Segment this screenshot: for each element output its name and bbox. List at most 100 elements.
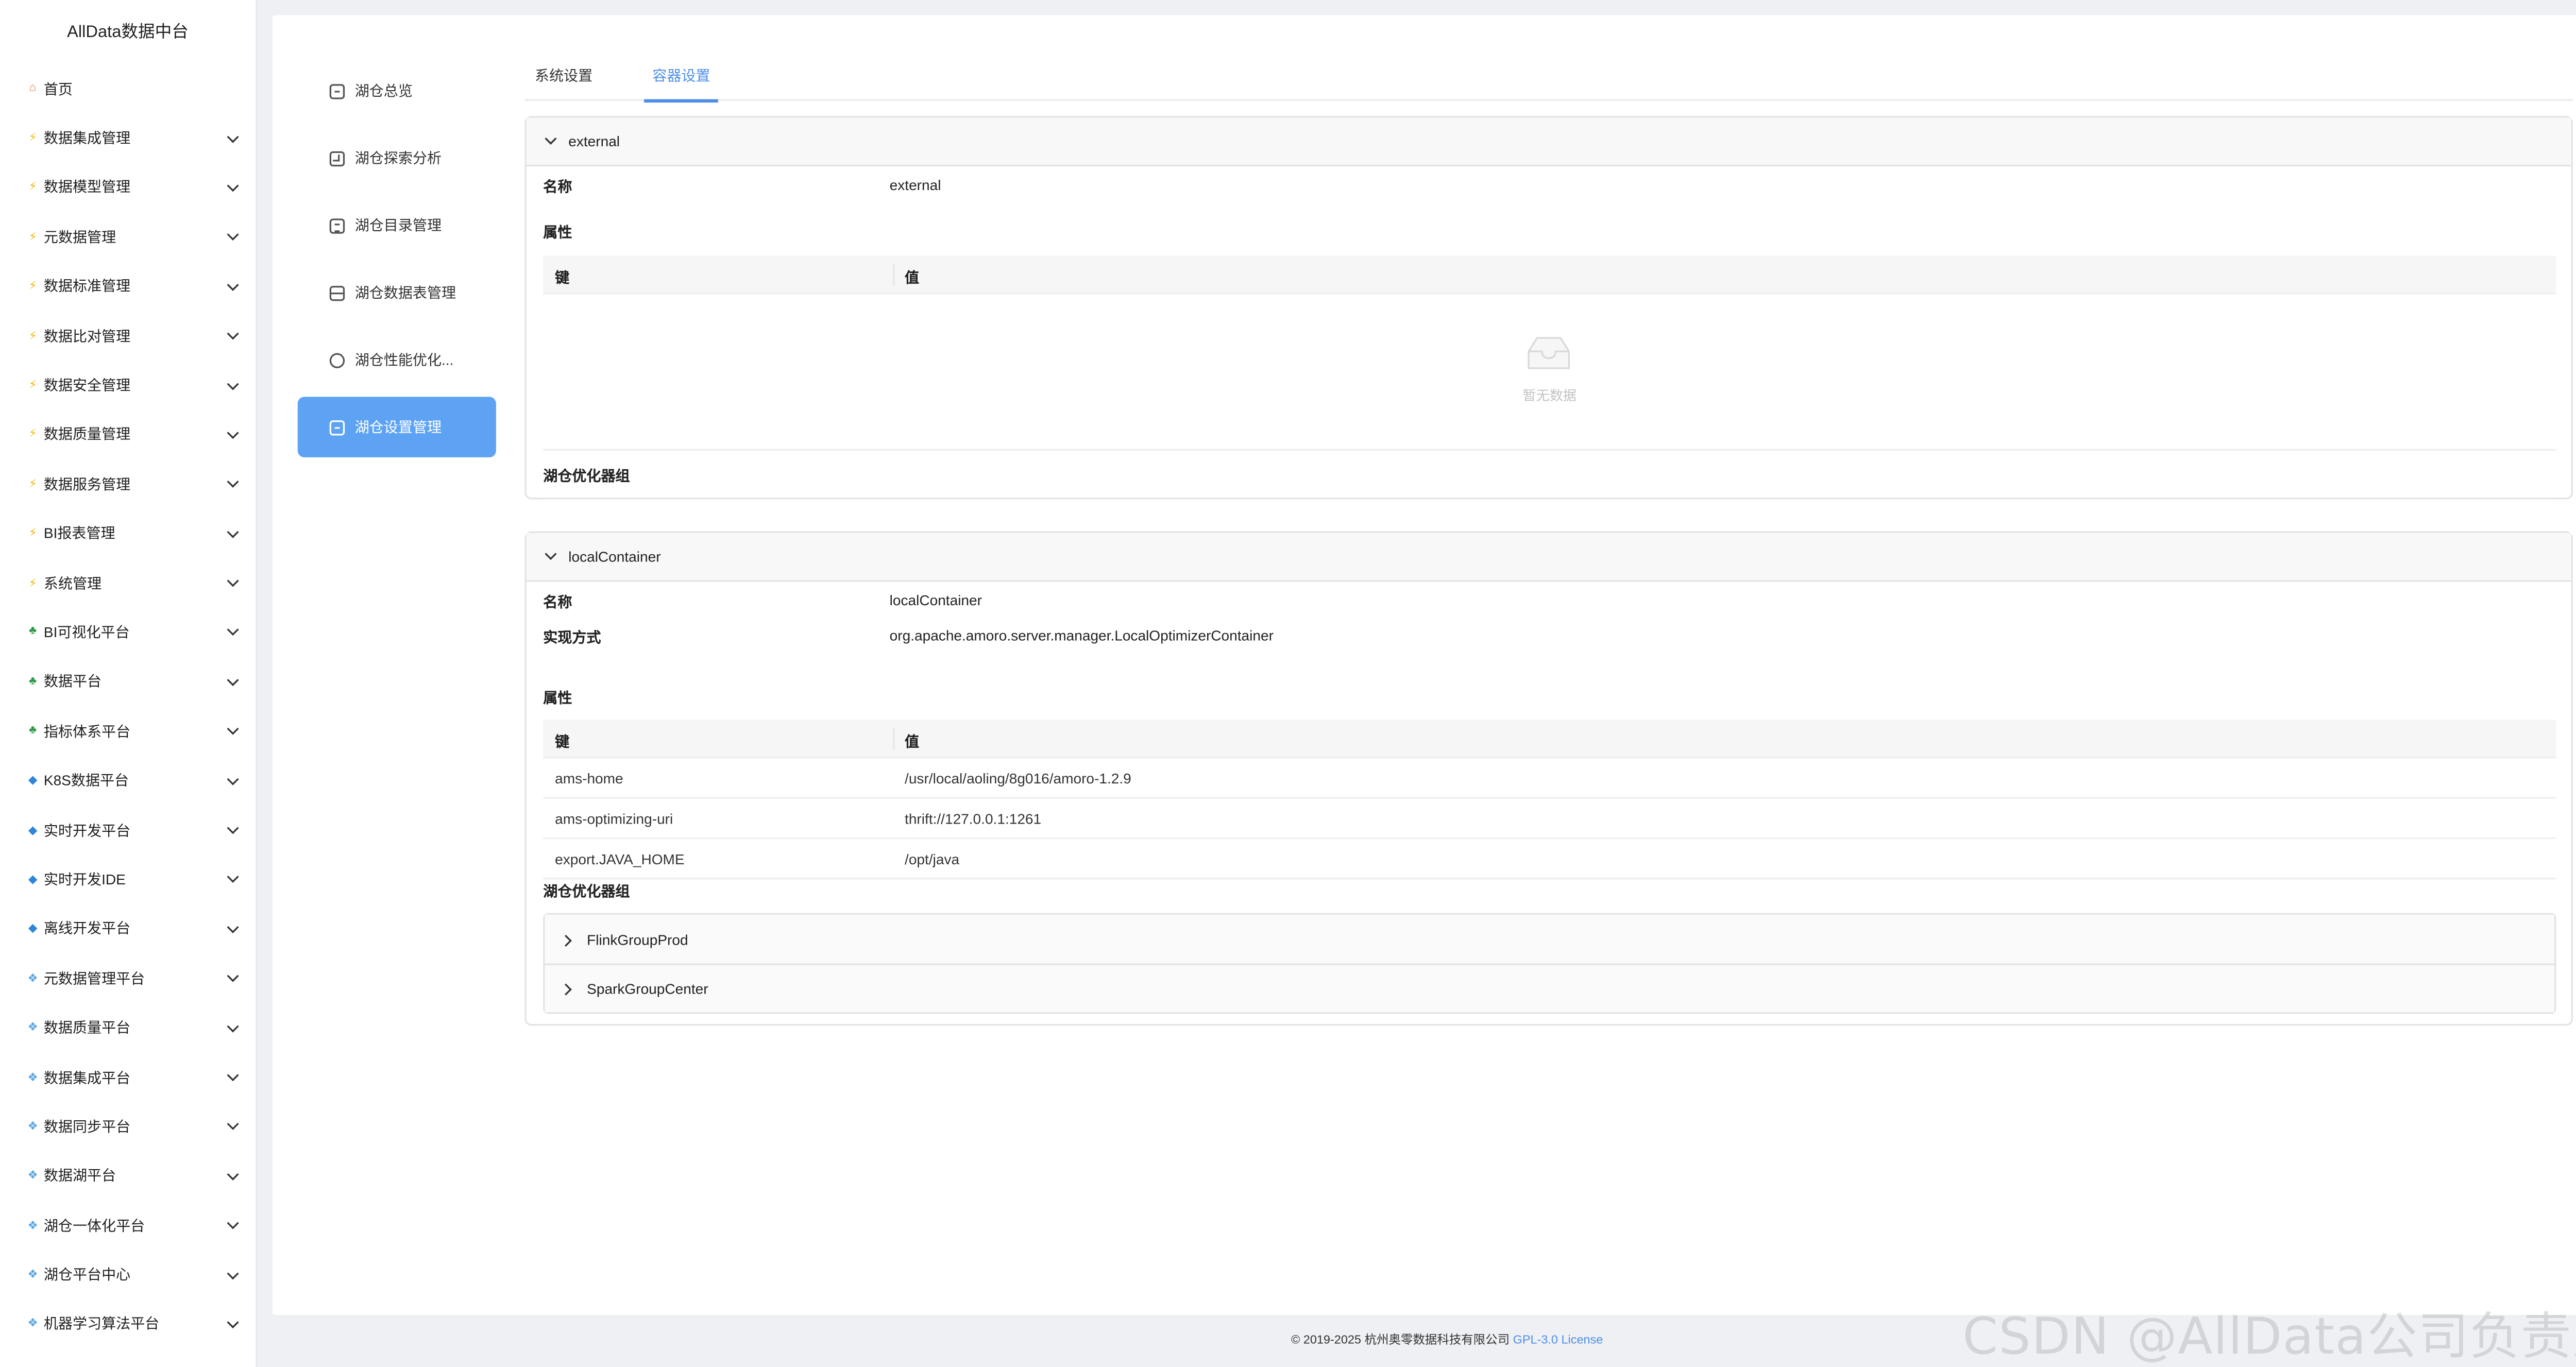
- subnav-item[interactable]: 湖仓目录管理: [298, 195, 496, 256]
- sidebar-item[interactable]: ❖ 湖仓平台中心: [0, 1250, 256, 1300]
- subnav-item[interactable]: 湖仓设置管理: [297, 397, 496, 457]
- tree-icon: ♣: [29, 675, 37, 688]
- subnav-item-label: 湖仓性能优化...: [354, 351, 454, 368]
- gem-icon: ◆: [28, 825, 38, 837]
- empty-text: 暂无数据: [1522, 388, 1577, 404]
- tree-icon: ♣: [29, 626, 37, 638]
- column-header-value: 值: [905, 269, 920, 286]
- lightning-icon: ⚡: [28, 380, 37, 392]
- copyright-text: © 2019-2025 杭州奥零数据科技有限公司: [1291, 1331, 1510, 1347]
- sidebar-item-label: 数据集成平台: [43, 1068, 131, 1086]
- home-icon: ⌂: [29, 82, 37, 95]
- cube-icon: ❖: [27, 1319, 38, 1331]
- sidebar-item-label: 数据同步平台: [43, 1118, 131, 1135]
- chevron-down-icon: [225, 428, 239, 441]
- sidebar-item[interactable]: ❖ 数据质量平台: [0, 1003, 256, 1052]
- gem-icon: ◆: [28, 924, 38, 936]
- cube-icon: ❖: [27, 1220, 38, 1232]
- license-link[interactable]: GPL-3.0 License: [1513, 1331, 1603, 1346]
- chevron-down-icon: [225, 181, 239, 194]
- sidebar-item[interactable]: ◆ 实时开发IDE: [0, 855, 256, 904]
- sidebar-item[interactable]: ⚡ BI报表管理: [0, 509, 256, 558]
- table-row: ams-optimizing-uri thrift://127.0.0.1:12…: [543, 799, 2556, 839]
- optimizer-group-item[interactable]: FlinkGroupProd: [545, 914, 2555, 964]
- field-name: 名称 external: [527, 166, 2571, 202]
- sidebar-item[interactable]: ⚡ 数据模型管理: [0, 163, 256, 212]
- sidebar-item-label: 元数据管理: [43, 228, 116, 246]
- sidebar-item[interactable]: ⚡ 系统管理: [0, 558, 256, 607]
- sidebar-item[interactable]: ◆ 实时开发平台: [0, 805, 256, 855]
- chevron-down-icon: [225, 526, 239, 540]
- subnav-item[interactable]: 湖仓总览: [298, 61, 496, 122]
- subnav-item-label: 湖仓设置管理: [354, 418, 442, 436]
- settings-icon: [329, 419, 345, 435]
- sidebar-item[interactable]: ◆ 离线开发平台: [0, 904, 256, 953]
- sidebar-item[interactable]: ⚡ 元数据管理: [0, 212, 256, 262]
- optimizer-groups-label: 湖仓优化器组: [543, 467, 630, 485]
- sidebar-item[interactable]: ♣ BI可视化平台: [0, 607, 256, 657]
- field-impl: 实现方式 org.apache.amoro.server.manager.Loc…: [527, 617, 2571, 653]
- subnav-item[interactable]: 湖仓数据表管理: [298, 262, 496, 323]
- chevron-right-icon: [562, 932, 575, 946]
- sidebar-item[interactable]: ⚡ 数据比对管理: [0, 311, 256, 361]
- gem-icon: ◆: [28, 874, 38, 886]
- sidebar-item-label: K8S数据平台: [43, 772, 129, 789]
- sidebar-item[interactable]: ◆ K8S数据平台: [0, 756, 256, 805]
- sidebar-item[interactable]: ❖ 元数据管理平台: [0, 953, 256, 1003]
- tab-container-settings[interactable]: 容器设置: [643, 61, 720, 103]
- subnav-item[interactable]: 湖仓性能优化...: [298, 330, 496, 390]
- field-value: localContainer: [889, 592, 982, 609]
- subnav-item[interactable]: 湖仓探索分析: [298, 128, 496, 189]
- sidebar-item-label: 实时开发IDE: [43, 870, 126, 888]
- cell-value: /opt/java: [905, 850, 960, 868]
- sidebar-item-label: 数据安全管理: [43, 377, 131, 394]
- cell-key: export.JAVA_HOME: [555, 850, 685, 868]
- performance-icon: [329, 352, 345, 368]
- lightning-icon: ⚡: [28, 232, 37, 244]
- panel-header-external[interactable]: external: [526, 117, 2571, 167]
- sidebar-item[interactable]: ♣ 指标体系平台: [0, 706, 256, 756]
- optimizer-group-item[interactable]: SparkGroupCenter: [545, 963, 2555, 1013]
- sidebar-item[interactable]: ⚡ 数据标准管理: [0, 262, 256, 311]
- chevron-down-icon: [225, 1318, 239, 1331]
- app-root: AllData数据中台 ⌂ 首页 ⚡ 数据集成管理 ⚡ 数据模型管理 ⚡ 元数据管理 ⚡ 数据标准…: [0, 0, 2576, 1367]
- cell-value: thrift://127.0.0.1:1261: [905, 810, 1042, 828]
- lightning-icon: ⚡: [28, 577, 37, 590]
- group-name: SparkGroupCenter: [587, 980, 708, 997]
- sidebar-item[interactable]: ⚡ 数据质量管理: [0, 410, 256, 459]
- sidebar-item[interactable]: ❖ 数据湖平台: [0, 1151, 256, 1201]
- lightning-icon: ⚡: [28, 479, 37, 491]
- sidebar-item[interactable]: ❖ 湖仓一体化平台: [0, 1201, 256, 1250]
- sidebar-item-label: 数据质量平台: [43, 1019, 131, 1036]
- divider: [543, 498, 2556, 500]
- cell-key: ams-optimizing-uri: [555, 810, 673, 828]
- sidebar-item[interactable]: ❖ 数据集成平台: [0, 1052, 256, 1102]
- chevron-down-icon: [225, 1268, 239, 1281]
- sidebar-item[interactable]: ❖ 机器学习算法平台: [0, 1300, 256, 1349]
- sidebar-item[interactable]: ⚡ 数据安全管理: [0, 361, 256, 410]
- table-row: export.JAVA_HOME /opt/java: [543, 839, 2556, 880]
- sidebar-item-label: 数据质量管理: [43, 426, 131, 443]
- table-icon: [329, 285, 345, 300]
- chevron-down-icon: [225, 280, 239, 293]
- panel-header-local[interactable]: localContainer: [526, 533, 2571, 582]
- empty-state: 暂无数据: [543, 294, 2556, 451]
- sidebar-item-label: 湖仓平台中心: [43, 1266, 131, 1283]
- sidebar-item[interactable]: ⚡ 数据集成管理: [0, 113, 256, 163]
- tab-system-settings[interactable]: 系统设置: [535, 61, 592, 101]
- subnav-item-label: 湖仓总览: [354, 82, 413, 99]
- sidebar-item[interactable]: ♣ 数据平台: [0, 657, 256, 706]
- panel-title: external: [568, 132, 620, 150]
- chevron-down-icon: [225, 823, 239, 836]
- watermark: CSDN @AllData公司负责人: [1962, 1308, 2576, 1367]
- sidebar-item-label: 首页: [43, 80, 73, 97]
- sidebar-item[interactable]: ⚡ 数据服务管理: [0, 459, 256, 509]
- table-header: 键 值: [543, 255, 2556, 295]
- empty-inbox-icon: [1528, 337, 1570, 369]
- sidebar-item[interactable]: ❖ 数据同步平台: [0, 1102, 256, 1151]
- field-label: 名称: [543, 178, 572, 195]
- cube-icon: ❖: [27, 973, 38, 985]
- sidebar-item-label: 湖仓一体化平台: [43, 1217, 145, 1234]
- sidebar-item[interactable]: ⌂ 首页: [0, 64, 256, 113]
- panel-title: localContainer: [568, 548, 661, 565]
